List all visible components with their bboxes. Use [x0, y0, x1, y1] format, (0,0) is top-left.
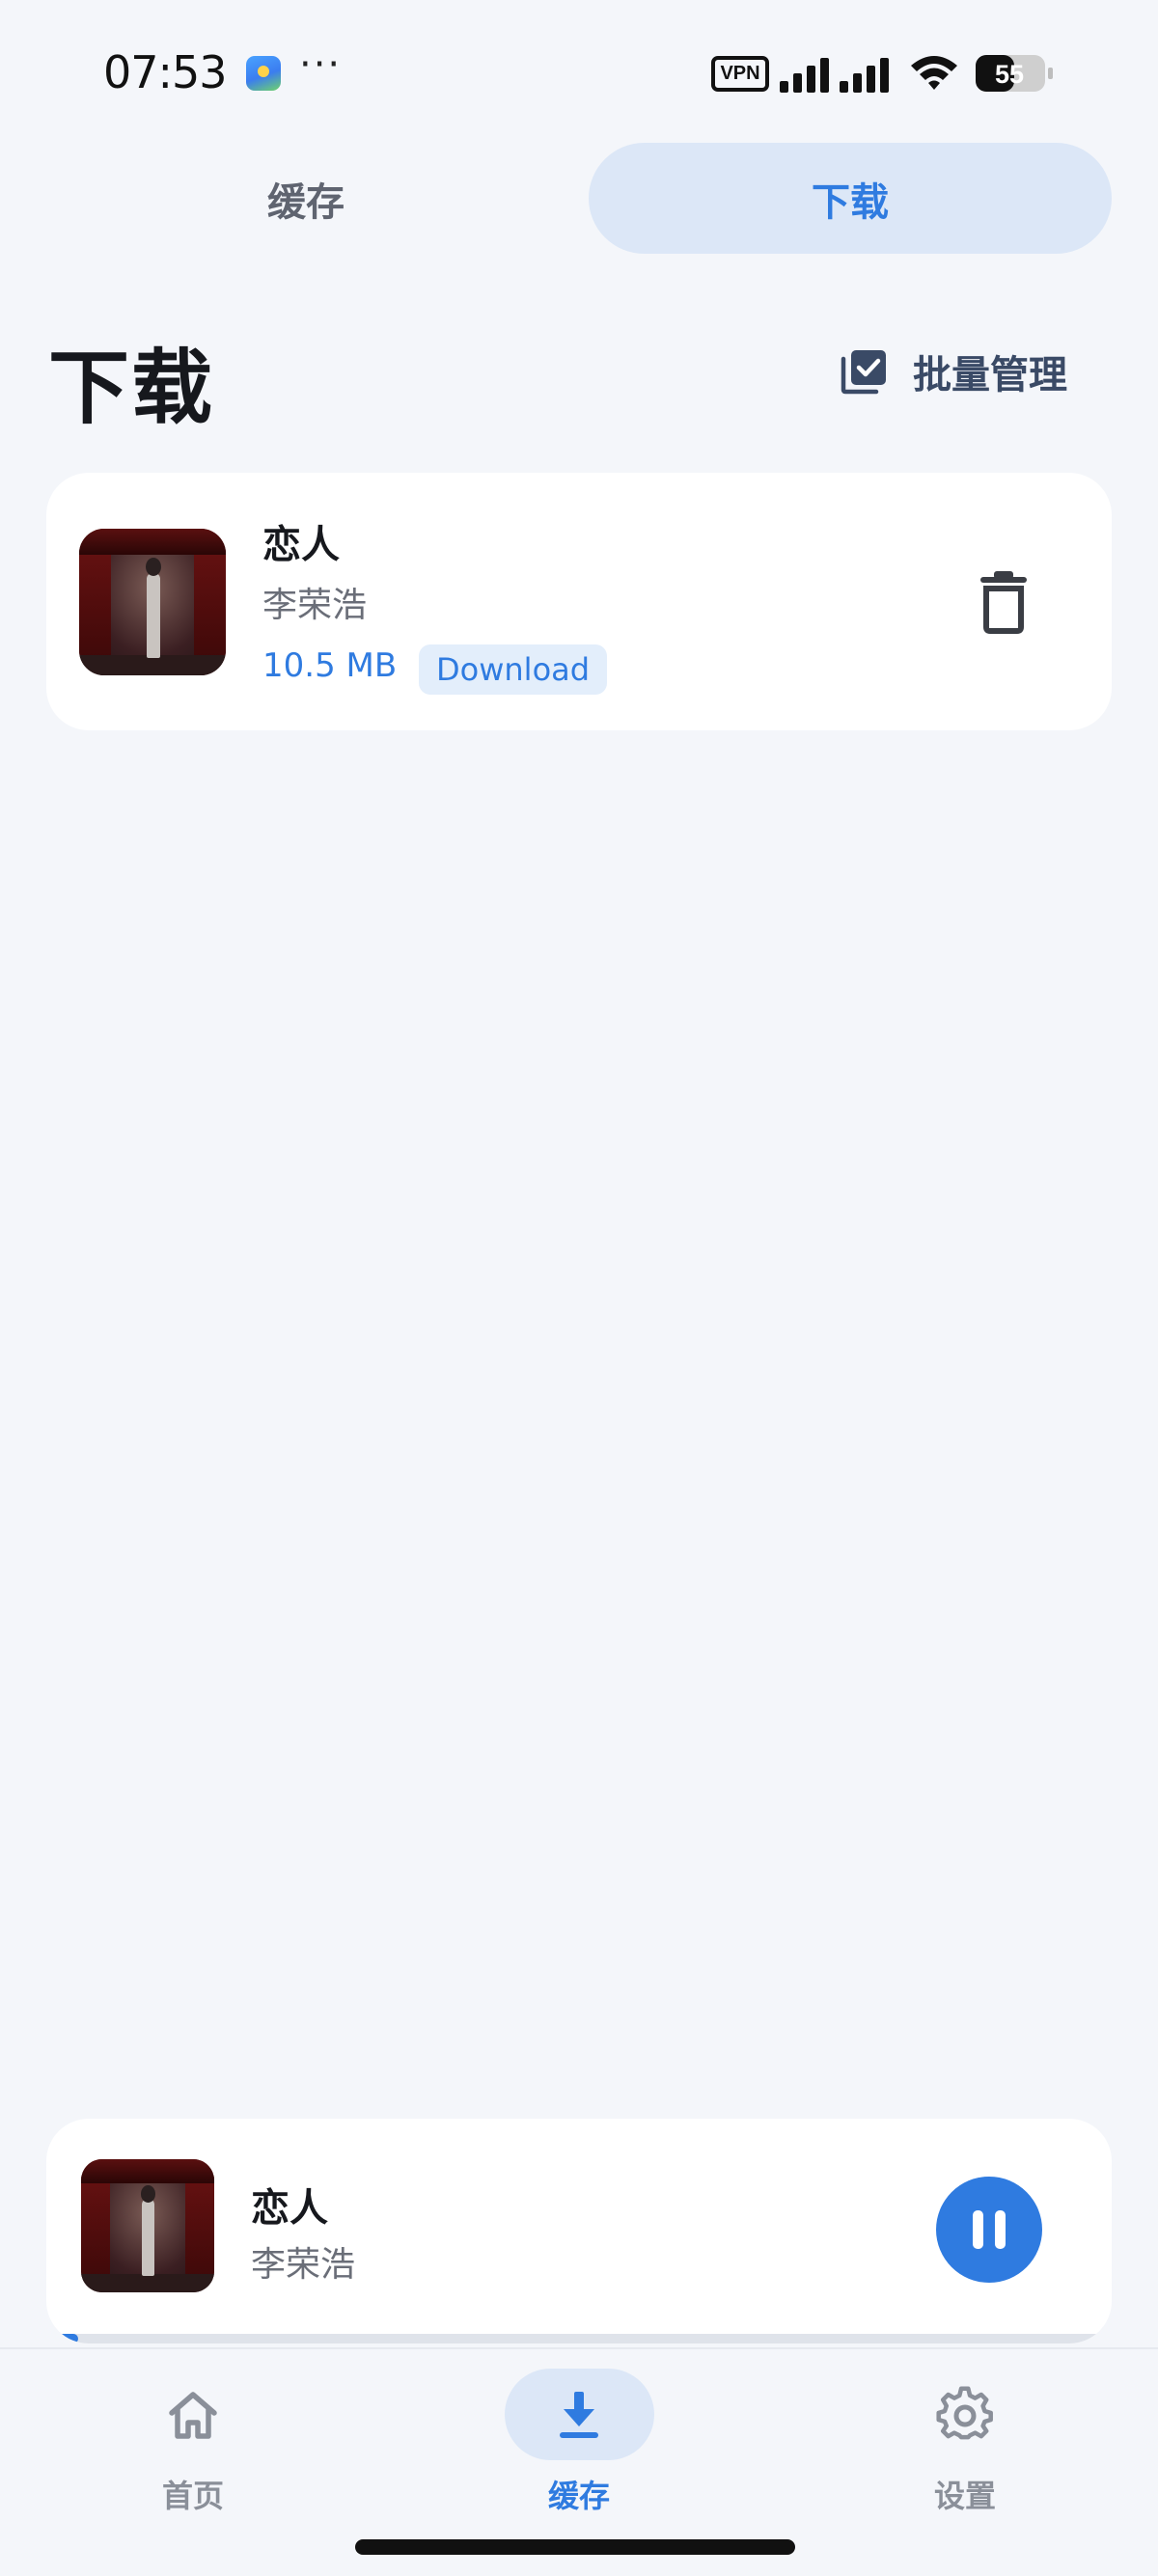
nav-cache-label: 缓存	[547, 2478, 610, 2514]
pause-icon	[973, 2210, 983, 2249]
tab-download[interactable]: 下载	[589, 143, 1112, 254]
playback-progress-fill	[46, 2334, 79, 2343]
batch-manage-label: 批量管理	[913, 353, 1067, 397]
download-item[interactable]: 恋人 李荣浩 10.5 MB Download	[46, 473, 1112, 730]
home-indicator	[355, 2539, 795, 2555]
home-icon	[169, 2391, 217, 2439]
nav-home-label: 首页	[161, 2478, 224, 2514]
gallery-app-icon	[246, 56, 281, 91]
mini-player[interactable]: 恋人 李荣浩	[46, 2119, 1112, 2343]
wifi-icon	[911, 56, 957, 90]
top-tabs: 缓存 下载	[46, 143, 1112, 254]
gear-icon	[936, 2385, 993, 2439]
song-title: 恋人	[262, 523, 340, 567]
nav-cache[interactable]: 缓存	[482, 2349, 676, 2533]
nav-settings[interactable]: 设置	[868, 2349, 1062, 2533]
more-notifications-icon: ···	[299, 42, 343, 87]
mini-player-cover	[81, 2159, 214, 2292]
signal-icon	[780, 58, 889, 93]
file-size: 10.5 MB	[262, 646, 398, 685]
song-artist: 李荣浩	[262, 586, 368, 625]
pause-button[interactable]	[936, 2177, 1042, 2283]
vpn-badge: VPN	[711, 56, 769, 92]
batch-manage-button[interactable]: 批量管理	[840, 343, 1067, 400]
tab-cache[interactable]: 缓存	[46, 143, 565, 254]
battery-level: 55	[995, 60, 1024, 89]
download-status-badge: Download	[419, 644, 608, 695]
album-cover	[79, 529, 226, 675]
download-icon	[560, 2391, 598, 2438]
playback-progress-bar[interactable]	[46, 2334, 1112, 2343]
page-title: 下载	[48, 341, 215, 435]
trash-icon[interactable]	[975, 571, 1033, 635]
nav-settings-label: 设置	[933, 2478, 996, 2514]
checklist-icon	[841, 350, 886, 395]
nav-home[interactable]: 首页	[96, 2349, 290, 2533]
status-bar: 07:53 ··· VPN 55	[0, 0, 1158, 145]
mini-player-title: 恋人	[251, 2186, 328, 2231]
mini-player-artist: 李荣浩	[251, 2245, 356, 2285]
battery-icon: 55	[976, 55, 1053, 92]
status-time: 07:53	[103, 46, 228, 98]
